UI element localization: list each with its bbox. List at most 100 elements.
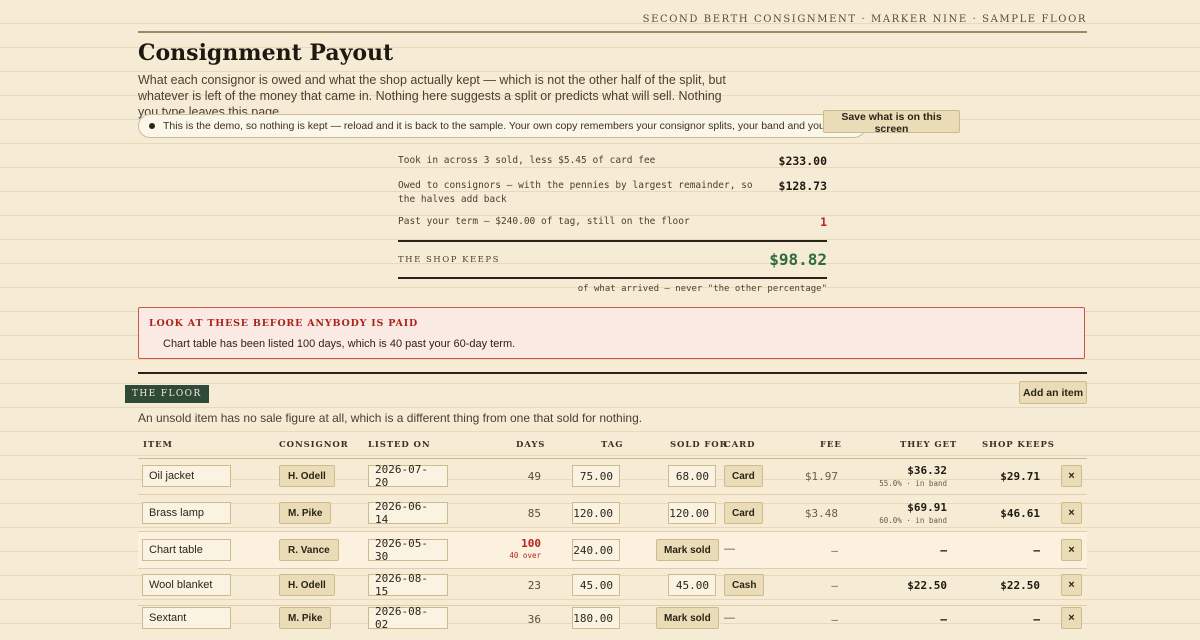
consignor-button[interactable]: R. Vance xyxy=(279,539,339,561)
warning-panel: LOOK AT THESE BEFORE ANYBODY IS PAID Cha… xyxy=(138,307,1085,359)
card-fee: — xyxy=(831,613,838,626)
card-fee: — xyxy=(831,579,838,592)
table-row: Sextant M. Pike 2026-08-02 36 180.00 Mar… xyxy=(138,604,1087,640)
item-name-input[interactable]: Brass lamp xyxy=(142,502,231,524)
table-row: Oil jacket H. Odell 2026-07-20 49 75.00 … xyxy=(138,458,1087,495)
page-title: Consignment Payout xyxy=(138,40,394,66)
shop-keeps-amount: $46.61 xyxy=(1000,507,1040,520)
item-name-input[interactable]: Wool blanket xyxy=(142,574,231,596)
listed-date-input[interactable]: 2026-05-30 xyxy=(368,537,448,563)
mark-sold-button[interactable]: Mark sold xyxy=(656,539,719,561)
col-tag: TAG xyxy=(601,440,624,450)
payment-method-empty: — xyxy=(724,612,735,624)
consignor-button[interactable]: H. Odell xyxy=(279,465,335,487)
table-row: Chart table R. Vance 2026-05-30 100 40 o… xyxy=(138,532,1087,569)
consignor-gets: $22.50 xyxy=(907,579,947,592)
shop-keeps-amount: $29.71 xyxy=(1000,470,1040,483)
warning-body: Chart table has been listed 100 days, wh… xyxy=(163,338,516,350)
summary-owed-amount: $128.73 xyxy=(778,179,827,193)
tag-price-input[interactable]: 45.00 xyxy=(572,574,620,596)
demo-notice-text: This is the demo, so nothing is kept — r… xyxy=(163,120,856,132)
shop-keeps-amount: — xyxy=(1033,544,1040,557)
warning-heading: LOOK AT THESE BEFORE ANYBODY IS PAID xyxy=(149,318,419,329)
demo-notice: This is the demo, so nothing is kept — r… xyxy=(138,114,867,138)
col-fee: FEE xyxy=(820,440,842,450)
table-row: Wool blanket H. Odell 2026-08-15 23 45.0… xyxy=(138,569,1087,606)
split-band-note: 55.0% · in band xyxy=(879,479,947,488)
listed-date-input[interactable]: 2026-08-15 xyxy=(368,572,448,598)
masthead: SECOND BERTH CONSIGNMENT · MARKER NINE ·… xyxy=(138,14,1087,33)
shop-keeps-total: THE SHOP KEEPS $98.82 xyxy=(398,240,827,279)
section-divider xyxy=(138,372,1087,374)
bullet-icon xyxy=(149,123,155,129)
card-fee: — xyxy=(831,544,838,557)
summary-past-term-label: Past your term — $240.00 of tag, still o… xyxy=(398,216,690,227)
consignor-gets: $69.91 60.0% · in band xyxy=(879,501,947,525)
shop-keeps-value: $98.82 xyxy=(769,250,827,269)
shop-keeps-label: THE SHOP KEEPS xyxy=(398,254,500,265)
page-intro: What each consignor is owed and what the… xyxy=(138,73,726,119)
tag-price-input[interactable]: 120.00 xyxy=(572,502,620,524)
summary-past-term-count: 1 xyxy=(820,215,827,229)
col-sold-for: SOLD FOR xyxy=(670,440,728,450)
table-row: Brass lamp M. Pike 2026-06-14 85 120.00 … xyxy=(138,495,1087,532)
split-band-note: 60.0% · in band xyxy=(879,516,947,525)
remove-row-button[interactable]: × xyxy=(1061,539,1082,561)
consignor-button[interactable]: M. Pike xyxy=(279,502,332,524)
consignor-button[interactable]: H. Odell xyxy=(279,574,335,596)
shop-keeps-amount: $22.50 xyxy=(1000,579,1040,592)
summary-took-in-label: Took in across 3 sold, less $5.45 of car… xyxy=(398,155,656,166)
consignor-gets: — xyxy=(940,613,947,626)
save-button[interactable]: Save what is on this screen xyxy=(823,110,960,135)
add-item-button[interactable]: Add an item xyxy=(1019,381,1087,404)
tag-price-input[interactable]: 75.00 xyxy=(572,465,620,487)
payment-method-button[interactable]: Card xyxy=(724,465,763,487)
item-name-input[interactable]: Oil jacket xyxy=(142,465,231,487)
payment-method-button[interactable]: Cash xyxy=(724,574,765,596)
days-listed: 85 xyxy=(527,507,541,520)
tag-price-input[interactable]: 240.00 xyxy=(572,539,620,561)
days-listed: 49 xyxy=(527,470,541,483)
tag-price-input[interactable]: 180.00 xyxy=(572,607,620,629)
listed-date-input[interactable]: 2026-06-14 xyxy=(368,500,448,526)
summary-took-in-amount: $233.00 xyxy=(778,154,827,168)
col-consignor: CONSIGNOR xyxy=(279,440,349,450)
col-days: DAYS xyxy=(516,440,546,450)
payment-method-button[interactable]: Card xyxy=(724,502,763,524)
col-shop-keeps: SHOP KEEPS xyxy=(982,440,1055,450)
card-fee: $3.48 xyxy=(804,507,838,520)
item-name-input[interactable]: Chart table xyxy=(142,539,231,561)
sold-for-input[interactable]: 45.00 xyxy=(668,574,716,596)
shop-keeps-note: of what arrived — never "the other perce… xyxy=(577,284,827,294)
consignor-gets-amount: $69.91 xyxy=(907,501,947,514)
floor-note: An unsold item has no sale figure at all… xyxy=(138,411,643,425)
col-card: CARD xyxy=(724,440,756,450)
remove-row-button[interactable]: × xyxy=(1061,574,1082,596)
summary-past-term: Past your term — $240.00 of tag, still o… xyxy=(398,215,827,229)
consignor-gets-amount: $36.32 xyxy=(907,464,947,477)
shop-keeps-amount: — xyxy=(1033,613,1040,626)
mark-sold-button[interactable]: Mark sold xyxy=(656,607,719,629)
remove-row-button[interactable]: × xyxy=(1061,607,1082,629)
remove-row-button[interactable]: × xyxy=(1061,502,1082,524)
item-name-input[interactable]: Sextant xyxy=(142,607,231,629)
days-listed: 36 xyxy=(527,613,541,626)
days-listed: 23 xyxy=(527,579,541,592)
col-listed: LISTED ON xyxy=(368,440,431,450)
col-they-get: THEY GET xyxy=(900,440,958,450)
listed-date-input[interactable]: 2026-08-02 xyxy=(368,605,448,631)
summary-owed-label: Owed to consignors — with the pennies by… xyxy=(398,180,753,205)
consignor-gets: — xyxy=(940,544,947,557)
listed-date-input[interactable]: 2026-07-20 xyxy=(368,463,448,489)
days-listed: 100 xyxy=(521,537,541,550)
consignor-button[interactable]: M. Pike xyxy=(279,607,332,629)
days-listed-overdue: 100 40 over xyxy=(509,537,541,560)
card-fee: $1.97 xyxy=(804,470,838,483)
consignor-gets-amount: — xyxy=(940,544,947,557)
sold-for-input[interactable]: 120.00 xyxy=(668,502,716,524)
remove-row-button[interactable]: × xyxy=(1061,465,1082,487)
days-over-term: 40 over xyxy=(509,551,541,560)
sold-for-input[interactable]: 68.00 xyxy=(668,465,716,487)
summary-owed: Owed to consignors — with the pennies by… xyxy=(398,179,827,207)
summary-took-in: Took in across 3 sold, less $5.45 of car… xyxy=(398,154,827,168)
